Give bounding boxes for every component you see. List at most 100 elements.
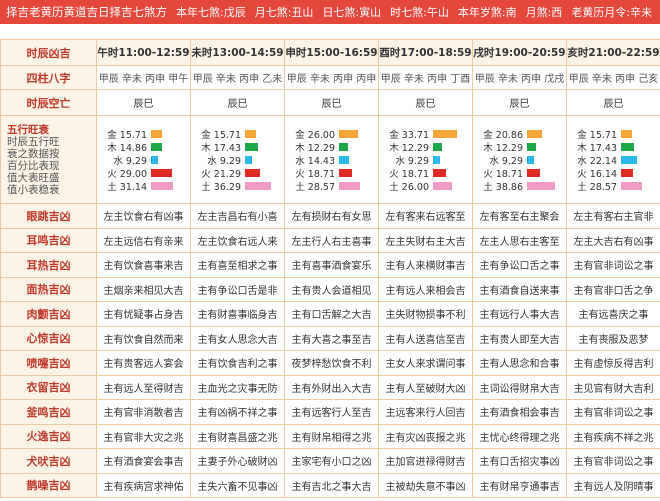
- time-slot-header: 亥时21:00-22:59: [566, 39, 660, 66]
- element-bar: [151, 181, 174, 190]
- element-bar-row: 金 15.71: [98, 127, 190, 141]
- row-label: 面热吉凶: [0, 276, 97, 302]
- omen-row: 釜鸣吉凶 主有官非消散者吉 主有凶祸不祥之事 主有远客行人至吉 主远客来行人回吉 主有酒食…: [0, 399, 660, 425]
- omen-cell: 主有官非词讼之事: [566, 448, 660, 474]
- element-bar-row: 金 15.71: [568, 127, 660, 141]
- row-label: 四柱八字: [0, 65, 97, 90]
- element-bar: [245, 155, 252, 164]
- element-value-label: 土 28.57: [577, 181, 617, 193]
- omen-cell: 主有吉北之事大吉: [284, 472, 379, 498]
- row-label: 火逸吉凶: [0, 423, 97, 449]
- element-value-label: 木 17.43: [201, 142, 241, 154]
- pillars-cell: 甲辰 辛未 丙申 戊戌: [472, 65, 567, 90]
- omen-cell: 左主饮食右有凶事: [96, 203, 191, 229]
- element-bar-row: 水 9.29: [98, 153, 190, 167]
- header-item: 日七煞:寅山: [322, 6, 382, 19]
- omen-row: 鹊噪吉凶 主有疾病宫求神佑 主失六畜不见事凶 主有吉北之事大吉 主被劫失意不事凶 主有财帛…: [0, 472, 660, 498]
- element-value-label: 火 18.71: [483, 168, 523, 180]
- element-value-label: 水 22.14: [577, 155, 617, 167]
- omen-cell: 主失财物损事不利: [378, 301, 473, 327]
- element-bar: [527, 181, 555, 190]
- element-value-label: 火 18.71: [295, 168, 335, 180]
- element-value-label: 水 9.29: [207, 155, 241, 167]
- element-bar-row: 火 21.29: [192, 166, 284, 180]
- element-value-label: 金 26.00: [295, 129, 335, 141]
- omen-cell: 主有口舌解之大吉: [284, 301, 379, 327]
- pillars-cell: 甲辰 辛未 丙申 甲午: [96, 65, 191, 90]
- header-item: 本年岁煞:南: [457, 6, 517, 19]
- omen-cell: 主有饮食吉利之事: [190, 350, 285, 376]
- omen-cell: 主有灾凶丧报之兆: [378, 423, 473, 449]
- omen-cell: 主有官非词讼之事: [566, 399, 660, 425]
- element-bar-row: 木 17.43: [192, 140, 284, 154]
- element-value-label: 木 14.86: [107, 142, 147, 154]
- omen-cell: 主有贵客远人宴会: [96, 350, 191, 376]
- element-value-label: 水 9.29: [489, 155, 523, 167]
- element-bar-row: 水 9.29: [474, 153, 566, 167]
- omen-cell: 左主行人右主喜事: [284, 227, 379, 253]
- time-slot-header: 午时11:00-12:59: [96, 39, 191, 66]
- omen-cell: 主女人来求谓问事: [378, 350, 473, 376]
- omen-cell: 主有口舌招灾事凶: [472, 448, 567, 474]
- omen-cell: 主有酒食宴会事吉: [96, 448, 191, 474]
- row-label: 心惊吉凶: [0, 325, 97, 351]
- omen-cell: 主有喜事酒食宴乐: [284, 252, 379, 278]
- omen-cell: 主有外财出入大吉: [284, 374, 379, 400]
- wuxing-chart-cell: 金 15.71 木 17.43 水 9.29 火 21.29 土 36.29: [190, 115, 285, 204]
- element-bar: [433, 181, 452, 190]
- element-bar-row: 水 9.29: [192, 153, 284, 167]
- kongwang-cell: 辰巳: [96, 89, 191, 116]
- element-bar-row: 金 33.71: [380, 127, 472, 141]
- omen-cell: 主有远喜庆之事: [566, 301, 660, 327]
- element-bar-row: 火 18.71: [286, 166, 378, 180]
- time-slot-header: 申时15:00-16:59: [284, 39, 379, 66]
- element-bar: [245, 142, 258, 151]
- wuxing-label: 五行旺衰 时辰五行旺 衰之数据按 百分比表现 值大表旺盛 值小表稳衰: [0, 115, 97, 204]
- element-bar-row: 火 18.71: [380, 166, 472, 180]
- time-slot-header: 未时13:00-14:59: [190, 39, 285, 66]
- omen-cell: 左主失财右主大吉: [378, 227, 473, 253]
- row-label: 眼跳吉凶: [0, 203, 97, 229]
- omen-cell: 主有官非大灾之兆: [96, 423, 191, 449]
- element-value-label: 土 36.29: [201, 181, 241, 193]
- omen-cell: 主有人来横财事吉: [378, 252, 473, 278]
- element-bar-row: 水 14.43: [286, 153, 378, 167]
- element-bar-row: 木 14.86: [98, 140, 190, 154]
- omen-cell: 主见官有财大吉利: [566, 374, 660, 400]
- element-value-label: 水 9.29: [395, 155, 429, 167]
- element-bar: [245, 181, 272, 190]
- header-item: 本年七煞:戊辰: [176, 6, 246, 19]
- row-label: 耳热吉凶: [0, 252, 97, 278]
- element-bar: [621, 155, 637, 164]
- wuxing-label-line: 值小表稳衰: [7, 183, 60, 196]
- omen-cell: 左主大吉右有凶事: [566, 227, 660, 253]
- element-value-label: 水 9.29: [113, 155, 147, 167]
- omen-row: 耳热吉凶 主有饮食喜事来吉 主有喜至相求之事 主有喜事酒食宴乐 主有人来横财事吉 主有争讼…: [0, 252, 660, 278]
- time-slot-header: 酉时17:00-18:59: [378, 39, 473, 66]
- omen-cell: 主血光之灾事无防: [190, 374, 285, 400]
- header-title: 择吉老黄历黄道吉日择吉七煞方: [6, 5, 167, 19]
- omen-cell: 主有大喜之事至吉: [284, 325, 379, 351]
- omen-cell: 左主人思右主客至: [472, 227, 567, 253]
- omen-cell: 主有疾病宫求神佑: [96, 472, 191, 498]
- omen-cell: 左主饮食右远人来: [190, 227, 285, 253]
- omen-cell: 主有喜至相求之事: [190, 252, 285, 278]
- omen-cell: 主有疾病不祥之兆: [566, 423, 660, 449]
- omen-cell: 主有远行人事大吉: [472, 301, 567, 327]
- omen-cell: 主有官非消散者吉: [96, 399, 191, 425]
- element-bar: [245, 129, 257, 138]
- element-bar-row: 土 36.29: [192, 179, 284, 193]
- element-bar: [527, 142, 536, 151]
- omen-cell: 主有官非词讼之事: [566, 252, 660, 278]
- wuxing-chart-cell: 金 20.86 木 12.29 水 9.29 火 18.71 土 38.86: [472, 115, 567, 204]
- omen-cell: 主有财帛亨通事吉: [472, 472, 567, 498]
- wuxing-label-line: 值大表旺盛: [7, 171, 60, 184]
- omen-cell: 主有财喜昌盛之兆: [190, 423, 285, 449]
- omen-cell: 左主吉昌右有小喜: [190, 203, 285, 229]
- element-bar-row: 金 26.00: [286, 127, 378, 141]
- header-item: 时七煞:午山: [390, 6, 449, 19]
- omen-cell: 主有人送喜信至吉: [378, 325, 473, 351]
- element-bar-row: 火 29.00: [98, 166, 190, 180]
- element-bar: [339, 142, 348, 151]
- spacer: [0, 24, 660, 39]
